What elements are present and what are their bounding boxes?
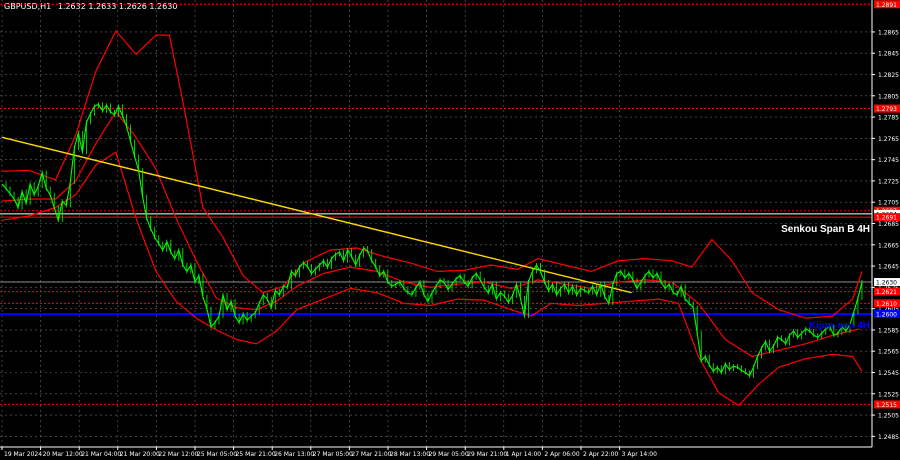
x-tick-label: 25 Mar 21:00 [236, 451, 276, 458]
x-tick-label: 2 Apr 22:00 [583, 451, 618, 458]
y-tick-label: 1.2845 [878, 51, 899, 58]
x-tick-label: 28 Mar 13:00 [390, 451, 430, 458]
y-tick-label: 1.2705 [878, 200, 899, 207]
price-chart[interactable]: 1.2485 1.2505 1.2525 1.2545 1.2565 1.2585 1.26… [0, 0, 900, 460]
series-trend [1, 136, 632, 294]
y-tick-label: 1.2765 [878, 136, 899, 143]
y-tick-label: 1.2745 [878, 157, 899, 164]
y-tick-label: 1.2825 [878, 72, 899, 79]
x-tick-label: 25 Mar 05:00 [197, 451, 237, 458]
y-tick-label: 1.2485 [878, 434, 899, 441]
annotation-label: Kijun-sen 4H [809, 321, 870, 332]
x-tick-label: 27 Mar 05:00 [313, 451, 353, 458]
axes: 1.2485 1.2505 1.2525 1.2545 1.2565 1.2585 1.26… [0, 0, 899, 458]
y-tick-label: 1.2525 [878, 391, 899, 398]
x-tick-label: 29 Mar 21:00 [467, 451, 507, 458]
level-tag-label: 1.2515 [876, 402, 897, 409]
level-tag-label: 1.2891 [876, 2, 897, 9]
y-tick-label: 1.2645 [878, 264, 899, 271]
x-tick-label: 3 Apr 14:00 [622, 451, 657, 458]
current-price-label: 1.2630 [876, 280, 897, 287]
level-tag-label: 1.2621 [876, 289, 897, 296]
annotations: Senkou Span B 4H Kijun-sen 4H [781, 224, 870, 332]
x-tick-label: 20 Mar 12:00 [43, 451, 83, 458]
x-tick-label: 21 Mar 04:00 [81, 451, 121, 458]
y-tick-label: 1.2665 [878, 242, 899, 249]
level-tag-label: 1.2610 [876, 301, 897, 308]
series-bb-mid [1, 111, 860, 358]
price-series [1, 102, 863, 378]
y-tick-label: 1.2865 [878, 29, 899, 36]
indicator-lines [1, 30, 863, 407]
annotation-label: Senkou Span B 4H [781, 224, 870, 235]
x-tick-label: 29 Mar 05:00 [429, 451, 469, 458]
x-tick-label: 2 Apr 06:00 [544, 451, 579, 458]
y-tick-label: 1.2725 [878, 178, 899, 185]
x-tick-label: 19 Mar 2024 [4, 451, 42, 458]
level-tag-label: 1.2691 [876, 215, 897, 222]
grid [0, 0, 872, 447]
x-tick-label: 22 Mar 12:00 [158, 451, 198, 458]
level-tag-label: 1.2600 [876, 311, 897, 318]
y-tick-label: 1.2505 [878, 413, 899, 420]
y-tick-label: 1.2545 [878, 370, 899, 377]
y-tick-label: 1.2585 [878, 327, 899, 334]
x-tick-label: 21 Mar 20:00 [120, 451, 160, 458]
y-tick-label: 1.2785 [878, 115, 899, 122]
y-tick-label: 1.2565 [878, 349, 899, 356]
series-bb-upper [1, 30, 863, 319]
level-tag-label: 1.2793 [876, 106, 897, 113]
x-tick-label: 27 Mar 21:00 [351, 451, 391, 458]
x-tick-label: 1 Apr 14:00 [506, 451, 541, 458]
x-tick-label: 26 Mar 13:00 [274, 451, 314, 458]
y-tick-label: 1.2685 [878, 221, 899, 228]
y-tick-label: 1.2805 [878, 93, 899, 100]
series-price [1, 103, 863, 377]
horizontal-levels [0, 3, 872, 405]
